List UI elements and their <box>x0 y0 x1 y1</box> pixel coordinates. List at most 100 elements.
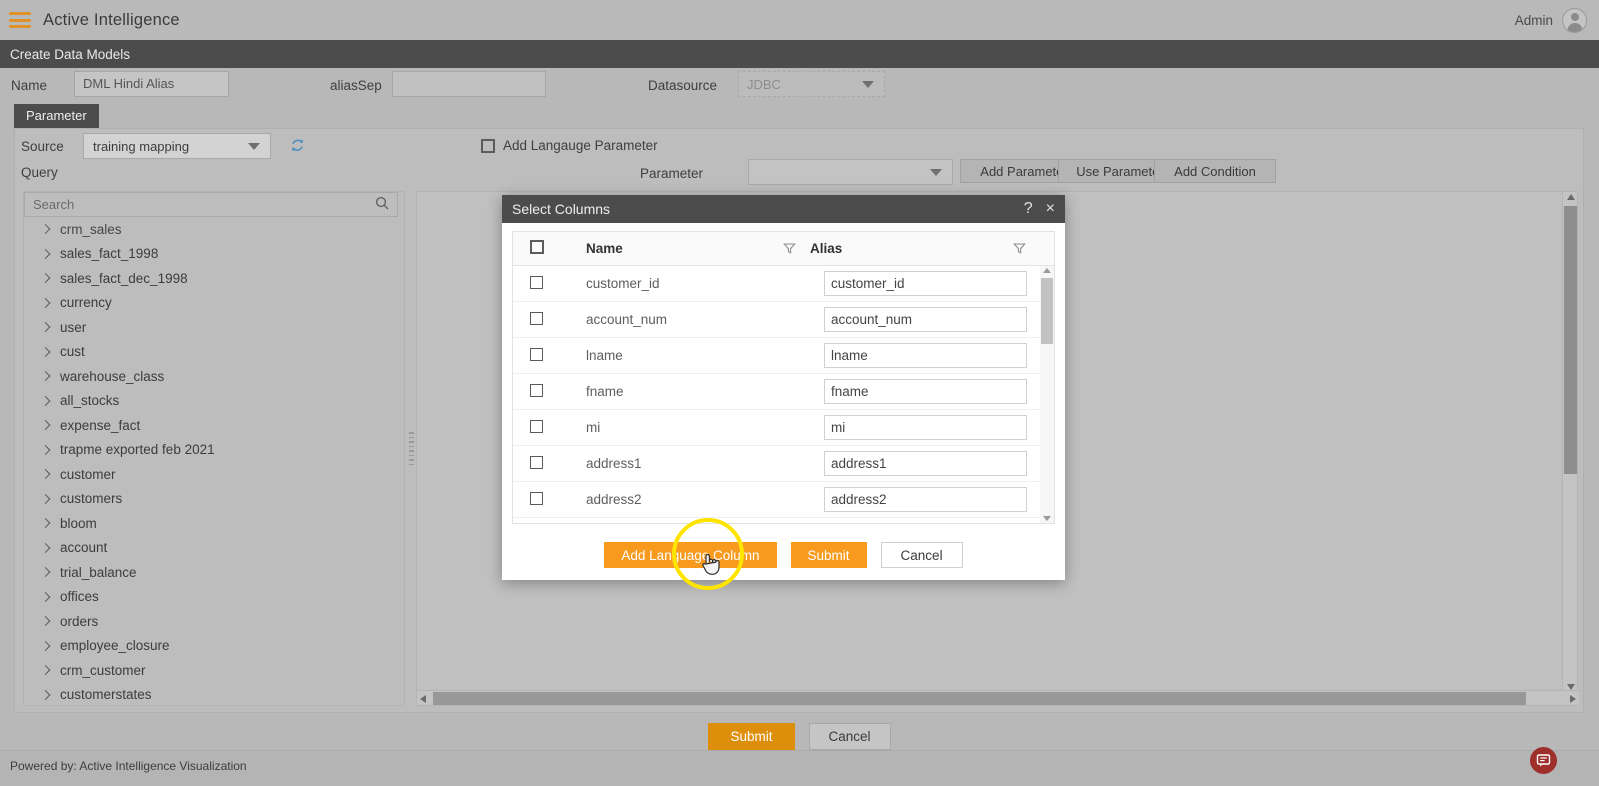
scroll-down-arrow-icon[interactable] <box>1043 516 1051 521</box>
tree-item[interactable]: trapme exported feb 2021 <box>24 438 398 463</box>
table-tree-list[interactable]: crm_sales sales_fact_1998 sales_fact_dec_1… <box>24 217 398 705</box>
chevron-right-icon[interactable] <box>40 248 51 259</box>
chat-bubble-icon[interactable] <box>1530 747 1557 774</box>
chevron-right-icon[interactable] <box>40 640 51 651</box>
chevron-right-icon[interactable] <box>40 493 51 504</box>
chevron-right-icon[interactable] <box>40 273 51 284</box>
alias-input[interactable] <box>824 487 1027 512</box>
chevron-right-icon[interactable] <box>40 322 51 333</box>
scroll-up-arrow-icon[interactable] <box>1567 194 1575 200</box>
search-input[interactable]: Search <box>24 192 398 217</box>
row-checkbox[interactable] <box>530 311 543 325</box>
tree-item[interactable]: customerstates <box>24 683 398 706</box>
table-row[interactable]: customer_id <box>513 266 1054 302</box>
alias-input[interactable] <box>824 451 1027 476</box>
dialog-scroll-thumb[interactable] <box>1041 278 1053 344</box>
row-checkbox[interactable] <box>530 455 543 469</box>
tree-item[interactable]: sales_fact_dec_1998 <box>24 266 398 291</box>
row-checkbox[interactable] <box>530 347 543 361</box>
close-icon[interactable]: × <box>1046 201 1055 217</box>
search-icon[interactable] <box>375 196 389 213</box>
add-condition-button[interactable]: Add Condition <box>1154 159 1276 183</box>
chevron-right-icon[interactable] <box>40 518 51 529</box>
chevron-right-icon[interactable] <box>40 469 51 480</box>
table-row[interactable]: account_num <box>513 302 1054 338</box>
tree-item[interactable]: offices <box>24 585 398 610</box>
horizontal-scroll-thumb[interactable] <box>433 692 1526 705</box>
table-row[interactable]: fname <box>513 374 1054 410</box>
tree-item[interactable]: sales_fact_1998 <box>24 242 398 267</box>
column-header-name[interactable]: Name <box>586 241 810 256</box>
row-checkbox[interactable] <box>530 383 543 397</box>
tree-item[interactable]: account <box>24 536 398 561</box>
tree-item[interactable]: crm_customer <box>24 658 398 683</box>
dialog-submit-button[interactable]: Submit <box>790 542 867 568</box>
source-select[interactable]: training mapping <box>83 133 271 159</box>
chevron-right-icon[interactable] <box>40 224 51 235</box>
chevron-right-icon[interactable] <box>40 689 51 700</box>
canvas-vertical-scrollbar[interactable] <box>1562 192 1577 692</box>
tree-item[interactable]: currency <box>24 291 398 316</box>
select-all-checkbox[interactable] <box>530 240 544 254</box>
tree-item[interactable]: crm_sales <box>24 217 398 242</box>
datasource-select[interactable]: JDBC <box>738 71 885 97</box>
tree-item[interactable]: customers <box>24 487 398 512</box>
row-checkbox[interactable] <box>530 275 543 289</box>
user-label[interactable]: Admin <box>1515 13 1553 28</box>
column-header-alias[interactable]: Alias <box>810 241 1040 256</box>
scroll-right-arrow-icon[interactable] <box>1570 695 1576 703</box>
alias-input[interactable] <box>824 307 1027 332</box>
scroll-left-arrow-icon[interactable] <box>420 695 426 703</box>
alias-input[interactable] <box>824 271 1027 296</box>
refresh-icon[interactable] <box>289 137 306 154</box>
add-language-parameter-checkbox[interactable]: Add Langauge Parameter <box>481 138 658 153</box>
tree-item[interactable]: orders <box>24 609 398 634</box>
scroll-up-arrow-icon[interactable] <box>1043 268 1051 273</box>
table-row[interactable]: lname <box>513 338 1054 374</box>
chevron-right-icon[interactable] <box>40 395 51 406</box>
chevron-right-icon[interactable] <box>40 371 51 382</box>
filter-icon[interactable] <box>1013 242 1026 258</box>
tree-item[interactable]: user <box>24 315 398 340</box>
vertical-scroll-thumb[interactable] <box>1564 206 1577 474</box>
chevron-right-icon[interactable] <box>40 665 51 676</box>
tree-item[interactable]: warehouse_class <box>24 364 398 389</box>
tree-item[interactable]: cust <box>24 340 398 365</box>
add-language-column-button[interactable]: Add Language Column <box>604 542 777 568</box>
tree-item[interactable]: employee_closure <box>24 634 398 659</box>
row-checkbox[interactable] <box>530 491 543 505</box>
chevron-right-icon[interactable] <box>40 616 51 627</box>
tree-item[interactable]: trial_balance <box>24 560 398 585</box>
dialog-cancel-button[interactable]: Cancel <box>880 542 963 568</box>
tree-item[interactable]: customer <box>24 462 398 487</box>
chevron-right-icon[interactable] <box>40 444 51 455</box>
canvas-horizontal-scrollbar[interactable] <box>417 690 1579 705</box>
chevron-right-icon[interactable] <box>40 591 51 602</box>
panel-splitter-handle[interactable] <box>407 429 416 466</box>
user-avatar-icon[interactable] <box>1562 7 1587 33</box>
aliassep-input[interactable] <box>392 71 546 97</box>
table-row[interactable]: address3 <box>513 518 1054 523</box>
checkbox-box[interactable] <box>481 138 495 153</box>
hamburger-icon[interactable] <box>9 12 31 28</box>
filter-icon[interactable] <box>783 242 796 258</box>
tab-parameter[interactable]: Parameter <box>14 104 99 128</box>
cancel-button[interactable]: Cancel <box>808 722 891 750</box>
row-checkbox[interactable] <box>530 419 543 433</box>
alias-input[interactable] <box>824 379 1027 404</box>
chevron-right-icon[interactable] <box>40 297 51 308</box>
tree-item[interactable]: all_stocks <box>24 389 398 414</box>
chevron-right-icon[interactable] <box>40 346 51 357</box>
chevron-right-icon[interactable] <box>40 420 51 431</box>
table-row[interactable]: mi <box>513 410 1054 446</box>
dialog-table-scrollbar[interactable] <box>1040 266 1054 523</box>
name-input[interactable]: DML Hindi Alias <box>74 71 229 97</box>
chevron-right-icon[interactable] <box>40 567 51 578</box>
columns-table-body[interactable]: customer_id account_numlname fname mi addres… <box>513 266 1054 523</box>
help-icon[interactable]: ? <box>1024 201 1033 217</box>
alias-input[interactable] <box>824 343 1027 368</box>
tree-item[interactable]: expense_fact <box>24 413 398 438</box>
tree-item[interactable]: bloom <box>24 511 398 536</box>
table-row[interactable]: address1 <box>513 446 1054 482</box>
table-row[interactable]: address2 <box>513 482 1054 518</box>
